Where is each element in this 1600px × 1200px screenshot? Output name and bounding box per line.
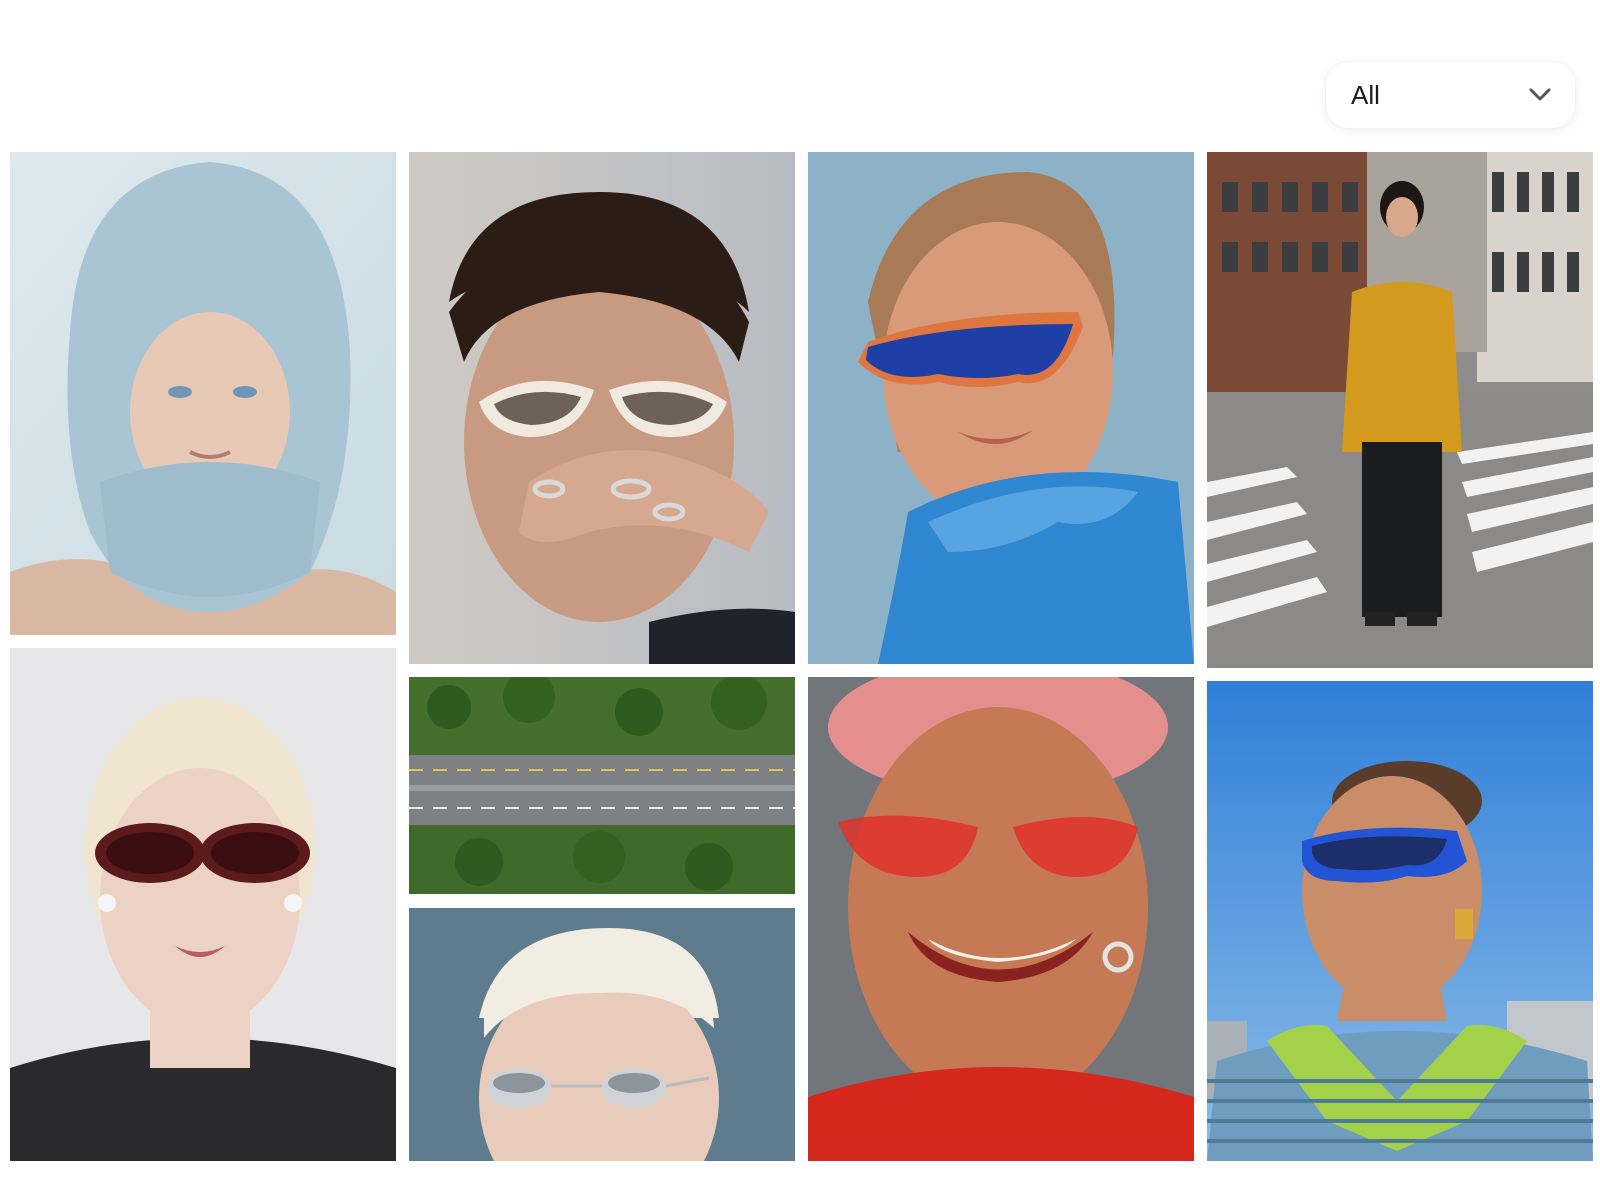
gallery-page: All <box>0 0 1600 1200</box>
gallery-image-cat-eye-sunglasses[interactable] <box>409 152 795 664</box>
gallery-image-aerial-highway[interactable] <box>409 677 795 894</box>
gallery-image-knit-balaclava[interactable] <box>10 152 396 635</box>
gallery-image-street-crosswalk[interactable] <box>1207 152 1593 668</box>
chevron-down-icon <box>1527 82 1553 108</box>
gallery-image-oval-red-sunglasses[interactable] <box>10 648 396 1161</box>
gallery-image-red-tinted-glasses[interactable] <box>808 677 1194 1161</box>
gallery-image-blue-shield-sunglasses[interactable] <box>808 152 1194 664</box>
filter-selected-value: All <box>1351 79 1380 110</box>
gallery-image-blue-square-sunglasses[interactable] <box>1207 681 1593 1161</box>
gallery-image-chrome-oval-sunglasses[interactable] <box>409 908 795 1161</box>
category-filter-dropdown[interactable]: All <box>1326 62 1575 128</box>
